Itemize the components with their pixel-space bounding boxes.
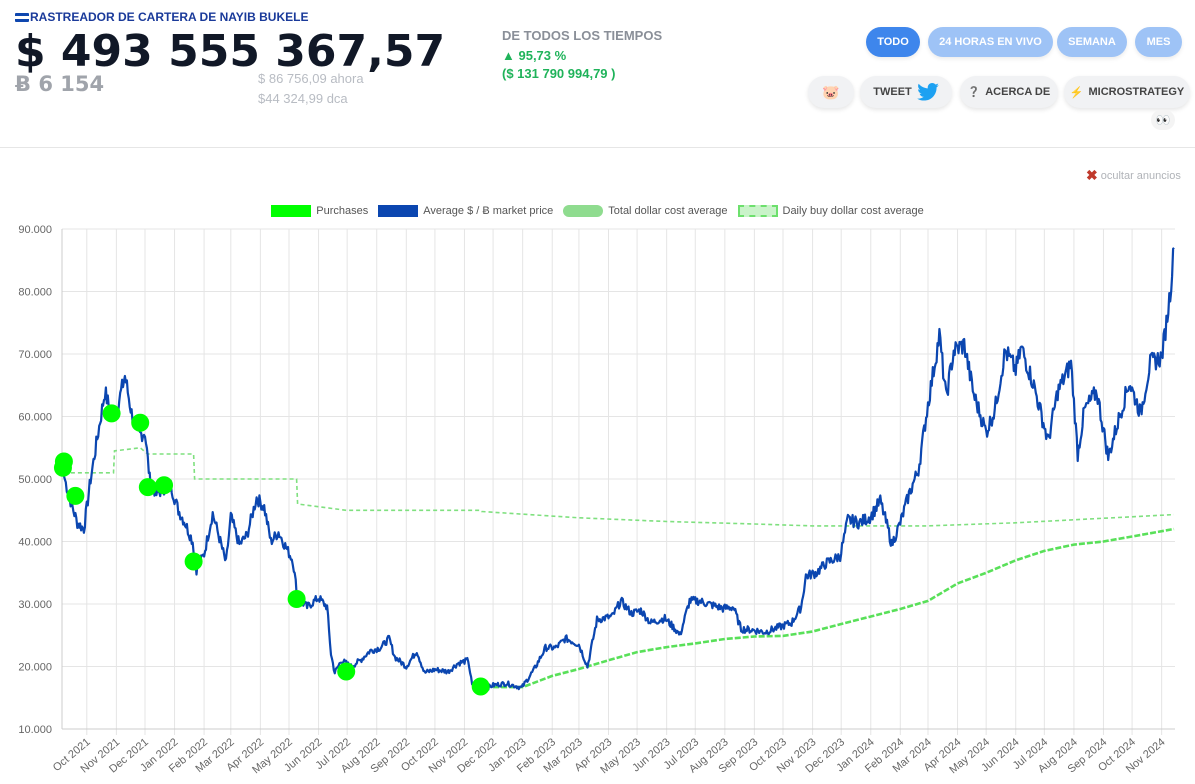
price-chart: 10.000 20.000 30.000 40.000 50.000 60.000 70.0… [18,224,1175,776]
purchase-point [287,590,306,608]
y-tick-label: 80.000 [18,287,52,299]
y-tick-label: 10.000 [18,724,52,736]
purchase-point [337,662,356,681]
y-tick-label: 70.000 [18,349,52,361]
purchase-point [131,413,150,432]
y-tick-label: 40.000 [18,537,52,549]
purchase-point [138,478,157,497]
y-tick-label: 90.000 [18,224,52,236]
purchase-point [184,552,203,571]
purchase-point [155,476,174,495]
y-tick-label: 50.000 [18,474,52,486]
purchase-point [66,486,85,505]
purchase-point [471,677,490,696]
total-dca-line [493,527,1175,689]
y-tick-label: 60.000 [18,412,52,424]
y-tick-label: 30.000 [18,599,52,611]
purchase-point [102,404,121,423]
purchase-point [54,452,73,471]
y-tick-label: 20.000 [18,662,52,674]
